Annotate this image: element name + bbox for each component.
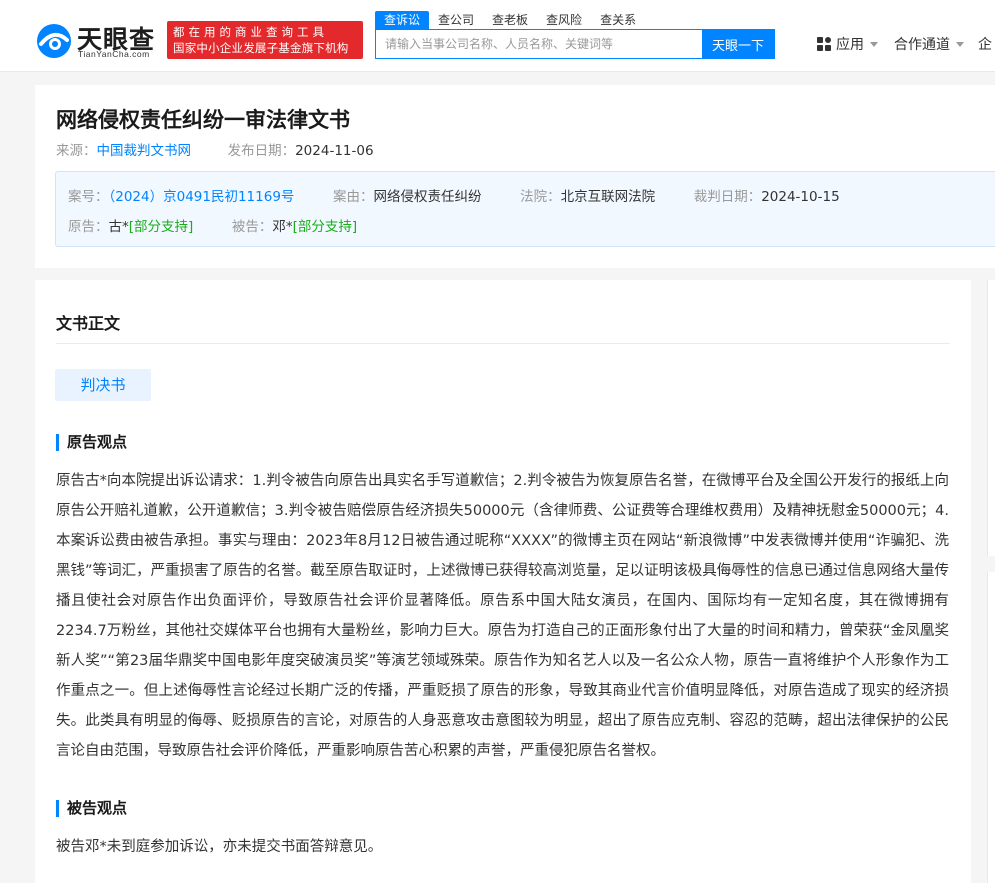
enterprise-menu[interactable]: 企 bbox=[978, 34, 992, 54]
grid-apps-icon bbox=[817, 37, 831, 51]
document-body-card: 文书正文 判决书 原告观点 原告古*向本院提出诉讼请求：1.判令被告向原告出具实… bbox=[35, 280, 971, 883]
slogan-line2: 国家中小企业发展子基金旗下机构 bbox=[173, 41, 349, 55]
channel-label: 合作通道 bbox=[894, 37, 950, 53]
judge-date-label: 裁判日期： bbox=[693, 189, 762, 205]
source-link[interactable]: 中国裁判文书网 bbox=[97, 143, 192, 159]
publish-date: 2024-11-06 bbox=[295, 143, 374, 159]
case-no-label: 案号： bbox=[68, 189, 109, 205]
court-label: 法院： bbox=[520, 189, 561, 205]
slogan-banner: 都在用的商业查询工具 国家中小企业发展子基金旗下机构 bbox=[167, 21, 363, 59]
tab-boss[interactable]: 查老板 bbox=[483, 11, 537, 30]
logo-domain: TianYanCha.com bbox=[78, 49, 150, 59]
tab-lawsuit[interactable]: 查诉讼 bbox=[375, 11, 430, 30]
search-tabs: 查诉讼 查公司 查老板 查风险 查关系 bbox=[375, 11, 645, 30]
defendant-view-text: 被告邓*未到庭参加诉讼，亦未提交书面答辩意见。 bbox=[56, 839, 383, 855]
cause-label: 案由： bbox=[333, 189, 374, 205]
side-panel bbox=[987, 572, 995, 883]
partner-channel-menu[interactable]: 合作通道 bbox=[894, 34, 964, 54]
defendant-name: 邓* bbox=[272, 219, 293, 235]
case-info-row: 案号：（2024）京0491民初11169号 案由：网络侵权责任纠纷 法院：北京… bbox=[68, 185, 840, 205]
slogan-line1: 都在用的商业查询工具 bbox=[173, 25, 328, 39]
page-title: 网络侵权责任纠纷一审法律文书 bbox=[56, 108, 350, 132]
publish-date-label: 发布日期： bbox=[227, 143, 296, 159]
header-nav: 应用 合作通道 企 bbox=[817, 34, 992, 54]
apps-menu[interactable]: 应用 bbox=[817, 34, 878, 54]
case-no[interactable]: （2024）京0491民初11169号 bbox=[109, 189, 295, 205]
plaintiff-view-text: 原告古*向本院提出诉讼请求：1.判令被告向原告出具实名手写道歉信；2.判令被告为… bbox=[56, 473, 949, 759]
defendant-view-heading: 被告观点 bbox=[56, 800, 127, 817]
case-info-box: 案号：（2024）京0491民初11169号 案由：网络侵权责任纠纷 法院：北京… bbox=[55, 171, 995, 247]
defendant-label: 被告： bbox=[231, 219, 273, 235]
tab-risk[interactable]: 查风险 bbox=[537, 11, 591, 30]
apps-label: 应用 bbox=[836, 37, 864, 53]
divider bbox=[56, 343, 950, 344]
plaintiff-view-heading: 原告观点 bbox=[56, 434, 127, 451]
source-label: 来源： bbox=[56, 143, 97, 159]
tab-company[interactable]: 查公司 bbox=[429, 11, 483, 30]
side-panel bbox=[987, 280, 995, 556]
court: 北京互联网法院 bbox=[560, 189, 656, 205]
tab-relation[interactable]: 查关系 bbox=[591, 11, 645, 30]
plaintiff-label: 原告： bbox=[68, 219, 109, 235]
top-header: 天眼查 TianYanCha.com 都在用的商业查询工具 国家中小企业发展子基… bbox=[0, 0, 995, 72]
search-button[interactable]: 天眼一下 bbox=[702, 30, 774, 58]
eye-logo-icon bbox=[37, 24, 71, 58]
search-input[interactable] bbox=[376, 30, 702, 58]
plaintiff-status: [部分支持] bbox=[128, 219, 194, 235]
tianyancha-logo[interactable]: 天眼查 TianYanCha.com bbox=[35, 20, 160, 60]
enterprise-label: 企 bbox=[978, 37, 992, 53]
parties-row: 原告：古*[部分支持] 被告：邓*[部分支持] bbox=[68, 215, 357, 235]
cause: 网络侵权责任纠纷 bbox=[373, 189, 482, 205]
defendant-status: [部分支持] bbox=[292, 219, 358, 235]
meta-row: 来源：中国裁判文书网 发布日期：2024-11-06 bbox=[56, 139, 374, 159]
judge-date: 2024-10-15 bbox=[761, 189, 840, 205]
chevron-down-icon bbox=[870, 41, 878, 47]
plaintiff-name: 古* bbox=[108, 219, 129, 235]
search-box: 天眼一下 bbox=[375, 29, 775, 59]
doc-type-tag[interactable]: 判决书 bbox=[55, 369, 151, 401]
section-title: 文书正文 bbox=[56, 314, 121, 333]
document-header-card: 网络侵权责任纠纷一审法律文书 来源：中国裁判文书网 发布日期：2024-11-0… bbox=[35, 85, 995, 268]
chevron-down-icon bbox=[956, 41, 964, 47]
